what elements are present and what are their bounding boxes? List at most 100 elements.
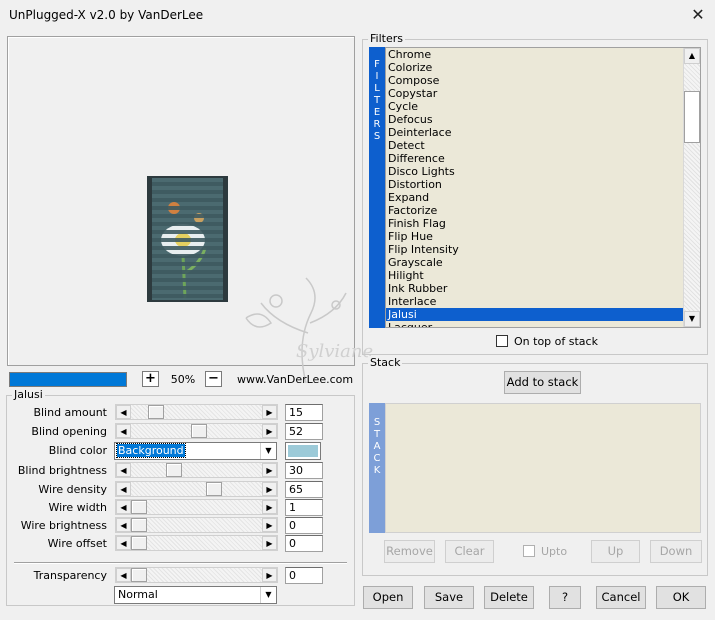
ok-button[interactable]: OK xyxy=(656,586,706,609)
close-icon[interactable]: ✕ xyxy=(686,4,710,26)
filter-item[interactable]: Disco Lights xyxy=(386,165,700,178)
param-slider[interactable]: ◀ ▶ xyxy=(115,535,278,551)
arrow-left-icon[interactable]: ◀ xyxy=(116,405,131,419)
param-value-input[interactable]: 0 xyxy=(285,517,323,534)
slider-thumb[interactable] xyxy=(190,424,207,438)
slider-thumb[interactable] xyxy=(148,405,165,419)
chevron-down-icon[interactable]: ▼ xyxy=(260,443,276,459)
arrow-right-icon[interactable]: ▶ xyxy=(262,482,277,496)
param-label: Blind brightness xyxy=(17,464,107,477)
arrow-left-icon[interactable]: ◀ xyxy=(116,463,131,477)
arrow-left-icon[interactable]: ◀ xyxy=(116,500,131,514)
param-label: Transparency xyxy=(33,569,107,582)
param-value-input[interactable]: 0 xyxy=(285,535,323,552)
blind-color-value: Background xyxy=(116,443,186,458)
param-value-input[interactable]: 52 xyxy=(285,423,323,440)
zoom-out-button[interactable]: − xyxy=(205,371,222,387)
blend-mode-select[interactable]: Normal ▼ xyxy=(114,586,277,604)
filters-list[interactable]: Chrome Colorize Compose Copystar Cycle Defocu… xyxy=(385,47,701,328)
arrow-right-icon[interactable]: ▶ xyxy=(262,424,277,438)
scrollbar-thumb[interactable] xyxy=(684,91,700,143)
filter-item[interactable]: Expand xyxy=(386,191,700,204)
blind-color-swatch[interactable] xyxy=(285,442,321,460)
arrow-right-icon[interactable]: ▶ xyxy=(262,463,277,477)
arrow-right-icon[interactable]: ▶ xyxy=(262,536,277,550)
filters-side-letter: E xyxy=(373,107,381,118)
slider-thumb[interactable] xyxy=(131,500,147,514)
filter-item[interactable]: Defocus xyxy=(386,113,700,126)
param-value-input[interactable]: 30 xyxy=(285,462,323,479)
slider-thumb[interactable] xyxy=(165,463,182,477)
slider-thumb[interactable] xyxy=(131,536,147,550)
clear-button[interactable]: Clear xyxy=(445,540,494,563)
param-value-input[interactable]: 65 xyxy=(285,481,323,498)
filter-item[interactable]: Grayscale xyxy=(386,256,700,269)
remove-button[interactable]: Remove xyxy=(384,540,435,563)
arrow-right-icon[interactable]: ▶ xyxy=(262,405,277,419)
scroll-down-icon[interactable]: ▼ xyxy=(684,311,700,327)
arrow-left-icon[interactable]: ◀ xyxy=(116,482,131,496)
filter-item[interactable]: Compose xyxy=(386,74,700,87)
filter-item[interactable]: Factorize xyxy=(386,204,700,217)
filter-item[interactable]: Distortion xyxy=(386,178,700,191)
blind-color-select[interactable]: Background ▼ xyxy=(114,442,277,460)
website-link[interactable]: www.VanDerLee.com xyxy=(237,373,353,386)
filter-item[interactable]: Lacquer xyxy=(386,321,700,327)
zoom-in-button[interactable]: + xyxy=(142,371,159,387)
preview-area[interactable]: Sylviane xyxy=(7,36,373,384)
filter-item[interactable]: Jalusi xyxy=(386,308,700,321)
filters-scrollbar[interactable]: ▲ ▼ xyxy=(683,48,700,327)
help-button[interactable]: ? xyxy=(549,586,581,609)
filter-item[interactable]: Cycle xyxy=(386,100,700,113)
slider-thumb[interactable] xyxy=(131,518,147,532)
arrow-right-icon[interactable]: ▶ xyxy=(262,500,277,514)
arrow-left-icon[interactable]: ◀ xyxy=(116,518,131,532)
filter-item[interactable]: Flip Hue xyxy=(386,230,700,243)
zoom-level: 50% xyxy=(170,373,196,386)
param-slider[interactable]: ◀ ▶ xyxy=(115,567,278,583)
arrow-left-icon[interactable]: ◀ xyxy=(116,536,131,550)
add-to-stack-button[interactable]: Add to stack xyxy=(504,371,581,394)
filter-item[interactable]: Finish Flag xyxy=(386,217,700,230)
filter-item[interactable]: Detect xyxy=(386,139,700,152)
up-button[interactable]: Up xyxy=(591,540,640,563)
upto-checkbox[interactable] xyxy=(523,545,535,557)
stack-list[interactable] xyxy=(385,403,701,533)
filter-item[interactable]: Interlace xyxy=(386,295,700,308)
param-label: Wire density xyxy=(38,483,107,496)
filter-item[interactable]: Difference xyxy=(386,152,700,165)
filter-item[interactable]: Copystar xyxy=(386,87,700,100)
chevron-down-icon[interactable]: ▼ xyxy=(260,587,276,603)
open-button[interactable]: Open xyxy=(363,586,413,609)
stack-side-letter: S xyxy=(373,417,381,428)
arrow-right-icon[interactable]: ▶ xyxy=(262,568,277,582)
progress-bar xyxy=(9,372,127,387)
save-button[interactable]: Save xyxy=(424,586,474,609)
delete-button[interactable]: Delete xyxy=(484,586,534,609)
down-button[interactable]: Down xyxy=(650,540,702,563)
param-slider[interactable]: ◀ ▶ xyxy=(115,499,278,515)
arrow-right-icon[interactable]: ▶ xyxy=(262,518,277,532)
arrow-left-icon[interactable]: ◀ xyxy=(116,424,131,438)
param-value-input[interactable]: 15 xyxy=(285,404,323,421)
on-top-of-stack-checkbox[interactable] xyxy=(496,335,508,347)
param-slider[interactable]: ◀ ▶ xyxy=(115,462,278,478)
param-slider[interactable]: ◀ ▶ xyxy=(115,404,278,420)
filter-item[interactable]: Flip Intensity xyxy=(386,243,700,256)
slider-thumb[interactable] xyxy=(131,568,147,582)
filter-item[interactable]: Chrome xyxy=(386,48,700,61)
filter-item[interactable]: Hilight xyxy=(386,269,700,282)
slider-thumb[interactable] xyxy=(205,482,222,496)
param-slider[interactable]: ◀ ▶ xyxy=(115,517,278,533)
filter-item[interactable]: Ink Rubber xyxy=(386,282,700,295)
filter-item[interactable]: Deinterlace xyxy=(386,126,700,139)
stack-side-letter: C xyxy=(373,453,381,464)
param-value-input[interactable]: 0 xyxy=(285,567,323,584)
scroll-up-icon[interactable]: ▲ xyxy=(684,48,700,64)
param-slider[interactable]: ◀ ▶ xyxy=(115,481,278,497)
param-slider[interactable]: ◀ ▶ xyxy=(115,423,278,439)
arrow-left-icon[interactable]: ◀ xyxy=(116,568,131,582)
filter-item[interactable]: Colorize xyxy=(386,61,700,74)
param-value-input[interactable]: 1 xyxy=(285,499,323,516)
cancel-button[interactable]: Cancel xyxy=(596,586,646,609)
